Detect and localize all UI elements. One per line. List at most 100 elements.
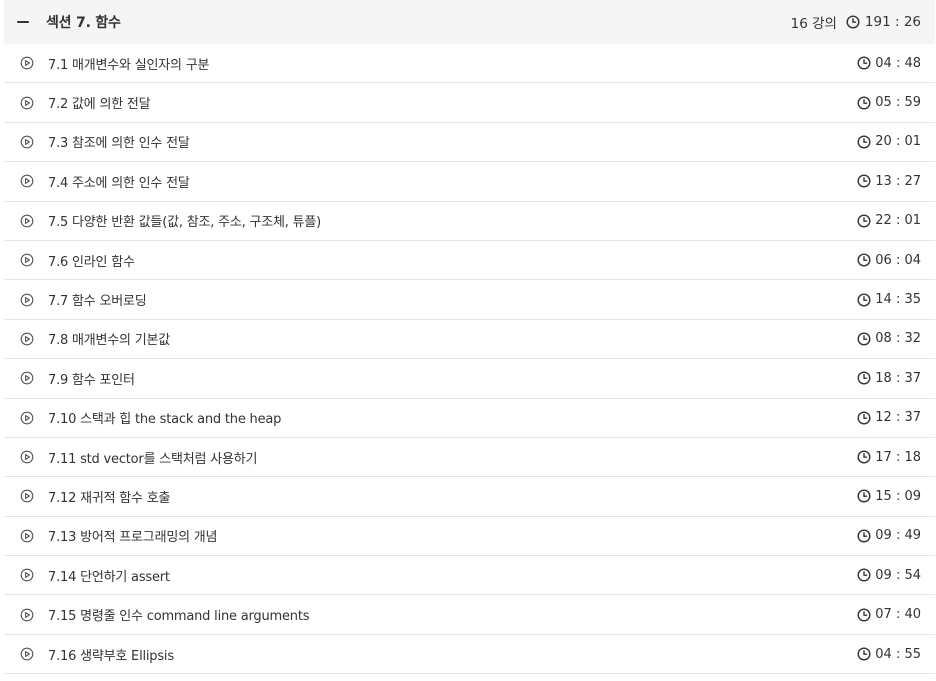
- lecture-duration-text: 08 : 32: [875, 331, 921, 347]
- lecture-row[interactable]: 7.2 값에 의한 전달 05 : 59: [4, 83, 935, 123]
- lecture-row[interactable]: 7.13 방어적 프로그래밍의 개념 09 : 49: [4, 517, 935, 557]
- lecture-row[interactable]: 7.14 단언하기 assert 09 : 54: [4, 556, 935, 596]
- lecture-row[interactable]: 7.11 std vector를 스택처럼 사용하기 17 : 18: [4, 438, 935, 478]
- play-circle-icon[interactable]: [20, 411, 34, 425]
- lecture-title[interactable]: 7.13 방어적 프로그래밍의 개념: [48, 526, 218, 545]
- play-circle-icon[interactable]: [20, 450, 34, 464]
- clock-icon: [857, 293, 871, 307]
- lecture-row[interactable]: 7.9 함수 포인터 18 : 37: [4, 359, 935, 399]
- lecture-row[interactable]: 7.7 함수 오버로딩 14 : 35: [4, 280, 935, 320]
- play-circle-icon[interactable]: [20, 647, 34, 661]
- play-circle-icon[interactable]: [20, 371, 34, 385]
- lecture-duration: 22 : 01: [857, 213, 921, 228]
- lecture-title[interactable]: 7.2 값에 의한 전달: [48, 93, 151, 112]
- section-title: 섹션 7. 함수: [46, 15, 121, 31]
- lecture-duration: 13 : 27: [857, 174, 921, 189]
- clock-icon: [857, 529, 871, 543]
- lecture-duration: 12 : 37: [857, 410, 921, 425]
- lecture-title[interactable]: 7.6 인라인 함수: [48, 251, 135, 270]
- lecture-duration-text: 17 : 18: [875, 449, 921, 465]
- play-circle-icon[interactable]: [20, 214, 34, 228]
- clock-icon: [857, 371, 871, 385]
- clock-icon: [857, 135, 871, 149]
- lecture-duration-text: 04 : 48: [875, 55, 921, 71]
- lecture-duration: 17 : 18: [857, 450, 921, 465]
- lecture-row[interactable]: 7.8 매개변수의 기본값 08 : 32: [4, 320, 935, 360]
- play-circle-icon[interactable]: [20, 96, 34, 110]
- lecture-row[interactable]: 7.6 인라인 함수 06 : 04: [4, 241, 935, 281]
- lecture-duration-text: 18 : 37: [875, 370, 921, 386]
- play-circle-icon[interactable]: [20, 608, 34, 622]
- clock-icon: [857, 332, 871, 346]
- clock-icon: [857, 608, 871, 622]
- play-circle-icon[interactable]: [20, 489, 34, 503]
- lecture-title[interactable]: 7.16 생략부호 Ellipsis: [48, 645, 174, 664]
- clock-icon: [857, 489, 871, 503]
- clock-icon: [857, 56, 871, 70]
- lecture-duration-text: 20 : 01: [875, 134, 921, 150]
- lecture-duration-text: 13 : 27: [875, 173, 921, 189]
- lecture-duration-text: 15 : 09: [875, 488, 921, 504]
- lecture-duration: 06 : 04: [857, 253, 921, 268]
- section-meta: 16 강의 191 : 26: [791, 12, 921, 32]
- lecture-duration-text: 06 : 04: [875, 252, 921, 268]
- clock-icon: [857, 214, 871, 228]
- clock-icon: [857, 647, 871, 661]
- clock-icon: [857, 96, 871, 110]
- curriculum-section: 섹션 7. 함수 16 강의 191 : 26 7.1 매개변수와 실인자의 구…: [4, 0, 935, 675]
- lecture-title[interactable]: 7.12 재귀적 함수 호출: [48, 487, 170, 506]
- lecture-row[interactable]: 7.10 스택과 힙 the stack and the heap 12 : 37: [4, 399, 935, 438]
- clock-icon: [857, 450, 871, 464]
- lecture-title[interactable]: 7.8 매개변수의 기본값: [48, 329, 170, 348]
- play-circle-icon[interactable]: [20, 293, 34, 307]
- lecture-title[interactable]: 7.14 단언하기 assert: [48, 566, 170, 585]
- lecture-row[interactable]: 7.16 생략부호 Ellipsis 04 : 55: [4, 635, 935, 675]
- lecture-row[interactable]: 7.4 주소에 의한 인수 전달 13 : 27: [4, 162, 935, 202]
- lecture-title[interactable]: 7.11 std vector를 스택처럼 사용하기: [48, 448, 257, 467]
- minus-icon[interactable]: [17, 16, 29, 28]
- lecture-title[interactable]: 7.4 주소에 의한 인수 전달: [48, 172, 190, 191]
- lecture-title[interactable]: 7.3 참조에 의한 인수 전달: [48, 132, 190, 151]
- play-circle-icon[interactable]: [20, 135, 34, 149]
- lecture-duration: 09 : 49: [857, 528, 921, 543]
- lecture-duration-text: 05 : 59: [875, 95, 921, 111]
- play-circle-icon[interactable]: [20, 56, 34, 70]
- lecture-row[interactable]: 7.12 재귀적 함수 호출 15 : 09: [4, 477, 935, 517]
- lecture-duration: 18 : 37: [857, 371, 921, 386]
- play-circle-icon[interactable]: [20, 568, 34, 582]
- lecture-row[interactable]: 7.1 매개변수와 실인자의 구분 04 : 48: [4, 44, 935, 84]
- lecture-duration-text: 09 : 54: [875, 567, 921, 583]
- lecture-duration: 04 : 55: [857, 647, 921, 662]
- play-circle-icon[interactable]: [20, 529, 34, 543]
- lecture-title[interactable]: 7.1 매개변수와 실인자의 구분: [48, 54, 209, 73]
- clock-icon: [857, 411, 871, 425]
- play-circle-icon[interactable]: [20, 332, 34, 346]
- section-total-duration: 191 : 26: [864, 14, 921, 30]
- lecture-row[interactable]: 7.3 참조에 의한 인수 전달 20 : 01: [4, 123, 935, 163]
- clock-icon: [857, 568, 871, 582]
- play-circle-icon[interactable]: [20, 253, 34, 267]
- lecture-duration-text: 22 : 01: [875, 213, 921, 229]
- lecture-duration: 05 : 59: [857, 95, 921, 110]
- lecture-title[interactable]: 7.7 함수 오버로딩: [48, 290, 147, 309]
- lecture-duration-text: 09 : 49: [875, 528, 921, 544]
- lecture-title[interactable]: 7.5 다양한 반환 값들(값, 참조, 주소, 구조체, 튜플): [48, 211, 321, 230]
- play-circle-icon[interactable]: [20, 174, 34, 188]
- lecture-duration-text: 04 : 55: [875, 646, 921, 662]
- lecture-title[interactable]: 7.15 명령줄 인수 command line arguments: [48, 605, 310, 624]
- lecture-title[interactable]: 7.10 스택과 힙 the stack and the heap: [48, 408, 281, 427]
- lecture-row[interactable]: 7.5 다양한 반환 값들(값, 참조, 주소, 구조체, 튜플) 22 : 01: [4, 202, 935, 241]
- lecture-duration: 14 : 35: [857, 292, 921, 307]
- lecture-duration: 20 : 01: [857, 134, 921, 149]
- clock-icon: [857, 174, 871, 188]
- lecture-title[interactable]: 7.9 함수 포인터: [48, 369, 135, 388]
- lecture-row[interactable]: 7.15 명령줄 인수 command line arguments 07 : 4…: [4, 595, 935, 635]
- lecture-duration: 04 : 48: [857, 56, 921, 71]
- clock-icon: [846, 15, 860, 29]
- lecture-duration: 08 : 32: [857, 331, 921, 346]
- section-header[interactable]: 섹션 7. 함수 16 강의 191 : 26: [4, 0, 935, 44]
- lecture-list: 7.1 매개변수와 실인자의 구분 04 : 48 7.2 값에 의한 전달 05 :…: [4, 44, 935, 675]
- lecture-duration-text: 12 : 37: [875, 410, 921, 426]
- clock-icon: [857, 253, 871, 267]
- lecture-duration-text: 14 : 35: [875, 292, 921, 308]
